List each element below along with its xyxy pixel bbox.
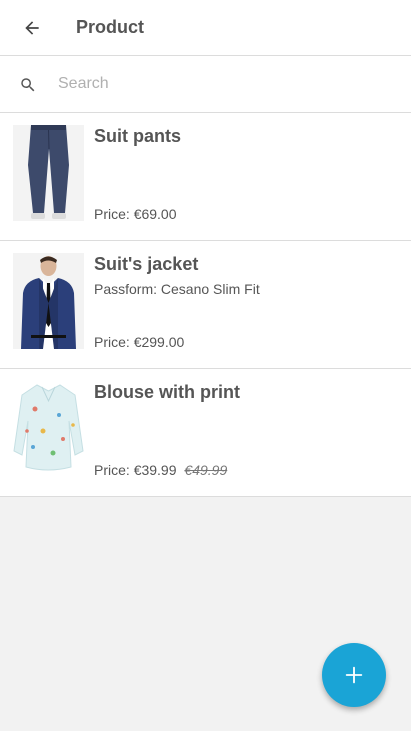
product-name: Suit's jacket (94, 254, 199, 274)
search-icon (21, 78, 35, 92)
list-item[interactable]: Suit pants Price: €69.00 (0, 113, 411, 241)
price-label: Price: (94, 462, 130, 478)
product-image-suit-pants (13, 125, 84, 221)
plus-icon (345, 666, 363, 684)
price-label: Price: (94, 334, 130, 350)
arrow-left-icon (25, 21, 39, 35)
product-image-blouse (13, 381, 84, 477)
product-price: Price: €299.00 (94, 334, 184, 350)
product-name: Suit pants (94, 126, 182, 146)
product-name: Blouse with print (94, 382, 240, 402)
price-label: Price: (94, 206, 130, 222)
product-list: Suit pants Price: €69.00 Suit's jacket P… (0, 113, 411, 497)
price-value: €299.00 (133, 334, 185, 350)
search-bar (0, 56, 411, 113)
app-bar: Product (0, 0, 411, 56)
price-value: €39.99 (133, 462, 177, 478)
product-image-suit-jacket (13, 253, 84, 349)
product-price: Price: €39.99 €49.99 (94, 462, 227, 478)
search-input[interactable] (58, 72, 388, 96)
old-price: €49.99 (184, 462, 228, 478)
add-product-button[interactable] (322, 643, 386, 707)
page-title: Product (76, 17, 145, 37)
product-price: Price: €69.00 (94, 206, 177, 222)
price-value: €69.00 (133, 206, 177, 222)
back-button[interactable] (16, 12, 48, 44)
product-subtitle: Passform: Cesano Slim Fit (94, 281, 260, 297)
list-item[interactable]: Suit's jacket Passform: Cesano Slim Fit … (0, 241, 411, 369)
list-item[interactable]: Blouse with print Price: €39.99 €49.99 (0, 369, 411, 497)
